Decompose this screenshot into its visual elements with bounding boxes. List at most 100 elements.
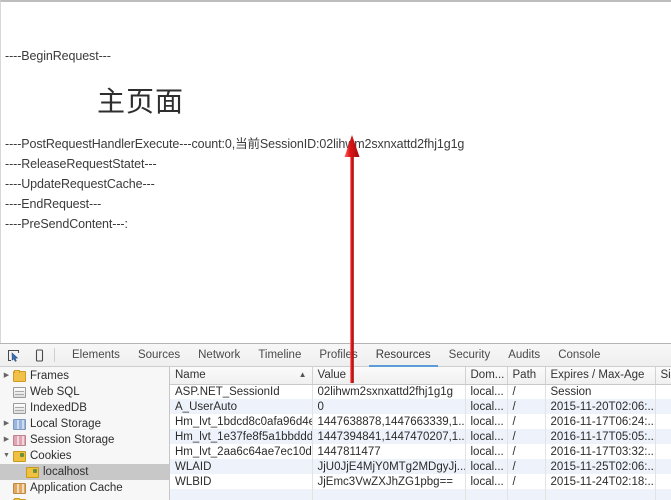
cell-expires: 2015-11-24T02:18:... [545, 474, 656, 489]
cell-expires: 2016-11-17T03:32:... [545, 444, 656, 459]
table-row[interactable]: WLBID JjEmc3VwZXJhZG1pbg== local... / 20… [170, 474, 671, 489]
cell-path: / [507, 384, 546, 399]
cell-name: Hm_lvt_1e37fe8f5a1bbddd... [170, 429, 313, 444]
chevron-right-icon[interactable]: ▶ [0, 432, 13, 448]
cell-domain: local... [465, 459, 508, 474]
sort-ascending-icon: ▲ [298, 370, 307, 379]
device-toolbar-icon[interactable] [26, 344, 52, 366]
cell-value: 02lihwm2sxnxattd2fhj1g1g [312, 384, 466, 399]
no-chevron-icon: ▶ [0, 496, 13, 500]
table-row[interactable]: ASP.NET_SessionId 02lihwm2sxnxattd2fhj1g… [170, 384, 671, 399]
no-chevron-icon: ▶ [0, 400, 13, 416]
devtools-panel: Elements Sources Network Timeline Profil… [0, 343, 671, 500]
cookies-table-container[interactable]: Name ▲ Value Dom... Path Expires / Max-A… [170, 367, 671, 500]
cell-size: 71 [655, 429, 671, 444]
sidebar-item-localhost[interactable]: ▶ localhost [0, 464, 169, 480]
cell-name: ASP.NET_SessionId [170, 384, 313, 399]
sidebar-item-label: localhost [43, 466, 89, 478]
cell-value: 1447811477 [312, 444, 466, 459]
page-top-spacer [5, 2, 671, 46]
log-line-release-request-state: ----ReleaseRequestStatet--- [5, 157, 157, 171]
tab-profiles[interactable]: Profiles [310, 344, 366, 366]
column-header-domain[interactable]: Dom... [465, 367, 508, 385]
cell-expires: 2015-11-20T02:06:... [545, 399, 656, 414]
sidebar-item-label: Local Storage [30, 418, 101, 430]
no-chevron-icon: ▶ [0, 384, 13, 400]
column-header-path[interactable]: Path [507, 367, 546, 385]
cell-size: 82 [655, 414, 671, 429]
tab-sources[interactable]: Sources [129, 344, 189, 366]
sidebar-item-partial[interactable]: ▶ [0, 496, 169, 500]
sidebar-item-local-storage[interactable]: ▶ Local Storage [0, 416, 169, 432]
cookies-table-body: ASP.NET_SessionId 02lihwm2sxnxattd2fhj1g… [170, 384, 671, 500]
table-row[interactable]: Hm_lvt_2aa6c64ae7ec10d6... 1447811477 lo… [170, 444, 671, 459]
cell-domain: local... [465, 444, 508, 459]
cell-size: 25 [655, 474, 671, 489]
cell-name: WLBID [170, 474, 313, 489]
inspect-element-icon[interactable] [0, 344, 26, 366]
sidebar-item-indexeddb[interactable]: ▶ IndexedDB [0, 400, 169, 416]
cell-path: / [507, 414, 546, 429]
cell-value: JjU0JjE4MjY0MTg2MDgyJj... [312, 459, 466, 474]
cell-path: / [507, 459, 546, 474]
cell-expires: 2016-11-17T05:05:... [545, 429, 656, 444]
sidebar-item-label: Application Cache [30, 482, 123, 494]
table-row[interactable]: Hm_lvt_1bdcd8c0afa96d4e... 1447638878,14… [170, 414, 671, 429]
cell-path: / [507, 444, 546, 459]
sidebar-item-label: Session Storage [30, 434, 115, 446]
column-header-expires[interactable]: Expires / Max-Age [545, 367, 656, 385]
column-header-value[interactable]: Value [312, 367, 466, 385]
cell-path: / [507, 429, 546, 444]
grid-pink-icon [13, 434, 26, 446]
cell-value: 1447394841,1447470207,1... [312, 429, 466, 444]
sidebar-item-cookies[interactable]: ▼ Cookies [0, 448, 169, 464]
sidebar-item-frames[interactable]: ▶ Frames [0, 368, 169, 384]
sidebar-item-session-storage[interactable]: ▶ Session Storage [0, 432, 169, 448]
grid-blue-icon [13, 418, 26, 430]
cell-expires: Session [545, 384, 656, 399]
tab-audits[interactable]: Audits [499, 344, 549, 366]
cell-path: / [507, 399, 546, 414]
browser-page-content: ----BeginRequest--- 主页面 ----PostRequestH… [0, 0, 671, 343]
resources-sidebar-tree: ▶ Frames ▶ Web SQL ▶ IndexedDB ▶ Local S… [0, 367, 170, 500]
cell-name: Hm_lvt_1bdcd8c0afa96d4e... [170, 414, 313, 429]
toolbar-divider [54, 348, 55, 362]
column-header-size[interactable]: Size [655, 367, 671, 385]
chevron-right-icon[interactable]: ▶ [0, 368, 13, 384]
log-line-pre-send-content: ----PreSendContent---: [5, 217, 128, 231]
cell-name: A_UserAuto [170, 399, 313, 414]
cell-size: 11 [655, 399, 671, 414]
cell-expires: 2016-11-17T06:24:... [545, 414, 656, 429]
page-inner: ----BeginRequest--- 主页面 ----PostRequestH… [1, 2, 671, 234]
devtools-body: ▶ Frames ▶ Web SQL ▶ IndexedDB ▶ Local S… [0, 367, 671, 500]
cell-size: 49 [655, 444, 671, 459]
cookie-icon [26, 466, 39, 478]
tab-network[interactable]: Network [189, 344, 249, 366]
log-line-post-request-handler-execute: ----PostRequestHandlerExecute---count:0,… [5, 137, 465, 151]
tab-console[interactable]: Console [549, 344, 609, 366]
cookie-icon [13, 450, 26, 462]
table-row[interactable]: A_UserAuto 0 local... / 2015-11-20T02:06… [170, 399, 671, 414]
table-row[interactable]: Hm_lvt_1e37fe8f5a1bbddd... 1447394841,14… [170, 429, 671, 444]
sidebar-item-application-cache[interactable]: ▶ Application Cache [0, 480, 169, 496]
database-icon [13, 386, 26, 398]
page-title: 主页面 [97, 87, 185, 118]
chevron-right-icon[interactable]: ▶ [0, 416, 13, 432]
cell-size: 33 [655, 459, 671, 474]
cell-size: 41 [655, 384, 671, 399]
tab-resources[interactable]: Resources [367, 344, 440, 367]
log-line-update-request-cache: ----UpdateRequestCache--- [5, 177, 155, 191]
sidebar-item-web-sql[interactable]: ▶ Web SQL [0, 384, 169, 400]
database-icon [13, 402, 26, 414]
cell-name: WLAID [170, 459, 313, 474]
no-chevron-icon: ▶ [0, 480, 13, 496]
chevron-down-icon[interactable]: ▼ [0, 448, 13, 464]
tab-elements[interactable]: Elements [63, 344, 129, 366]
tab-security[interactable]: Security [440, 344, 500, 366]
cell-expires: 2015-11-25T02:06:... [545, 459, 656, 474]
tab-timeline[interactable]: Timeline [249, 344, 310, 366]
column-header-name[interactable]: Name ▲ [170, 367, 313, 385]
cookies-table: Name ▲ Value Dom... Path Expires / Max-A… [170, 367, 671, 500]
table-row[interactable]: WLAID JjU0JjE4MjY0MTg2MDgyJj... local...… [170, 459, 671, 474]
log-line-end-request: ----EndRequest--- [5, 197, 102, 211]
